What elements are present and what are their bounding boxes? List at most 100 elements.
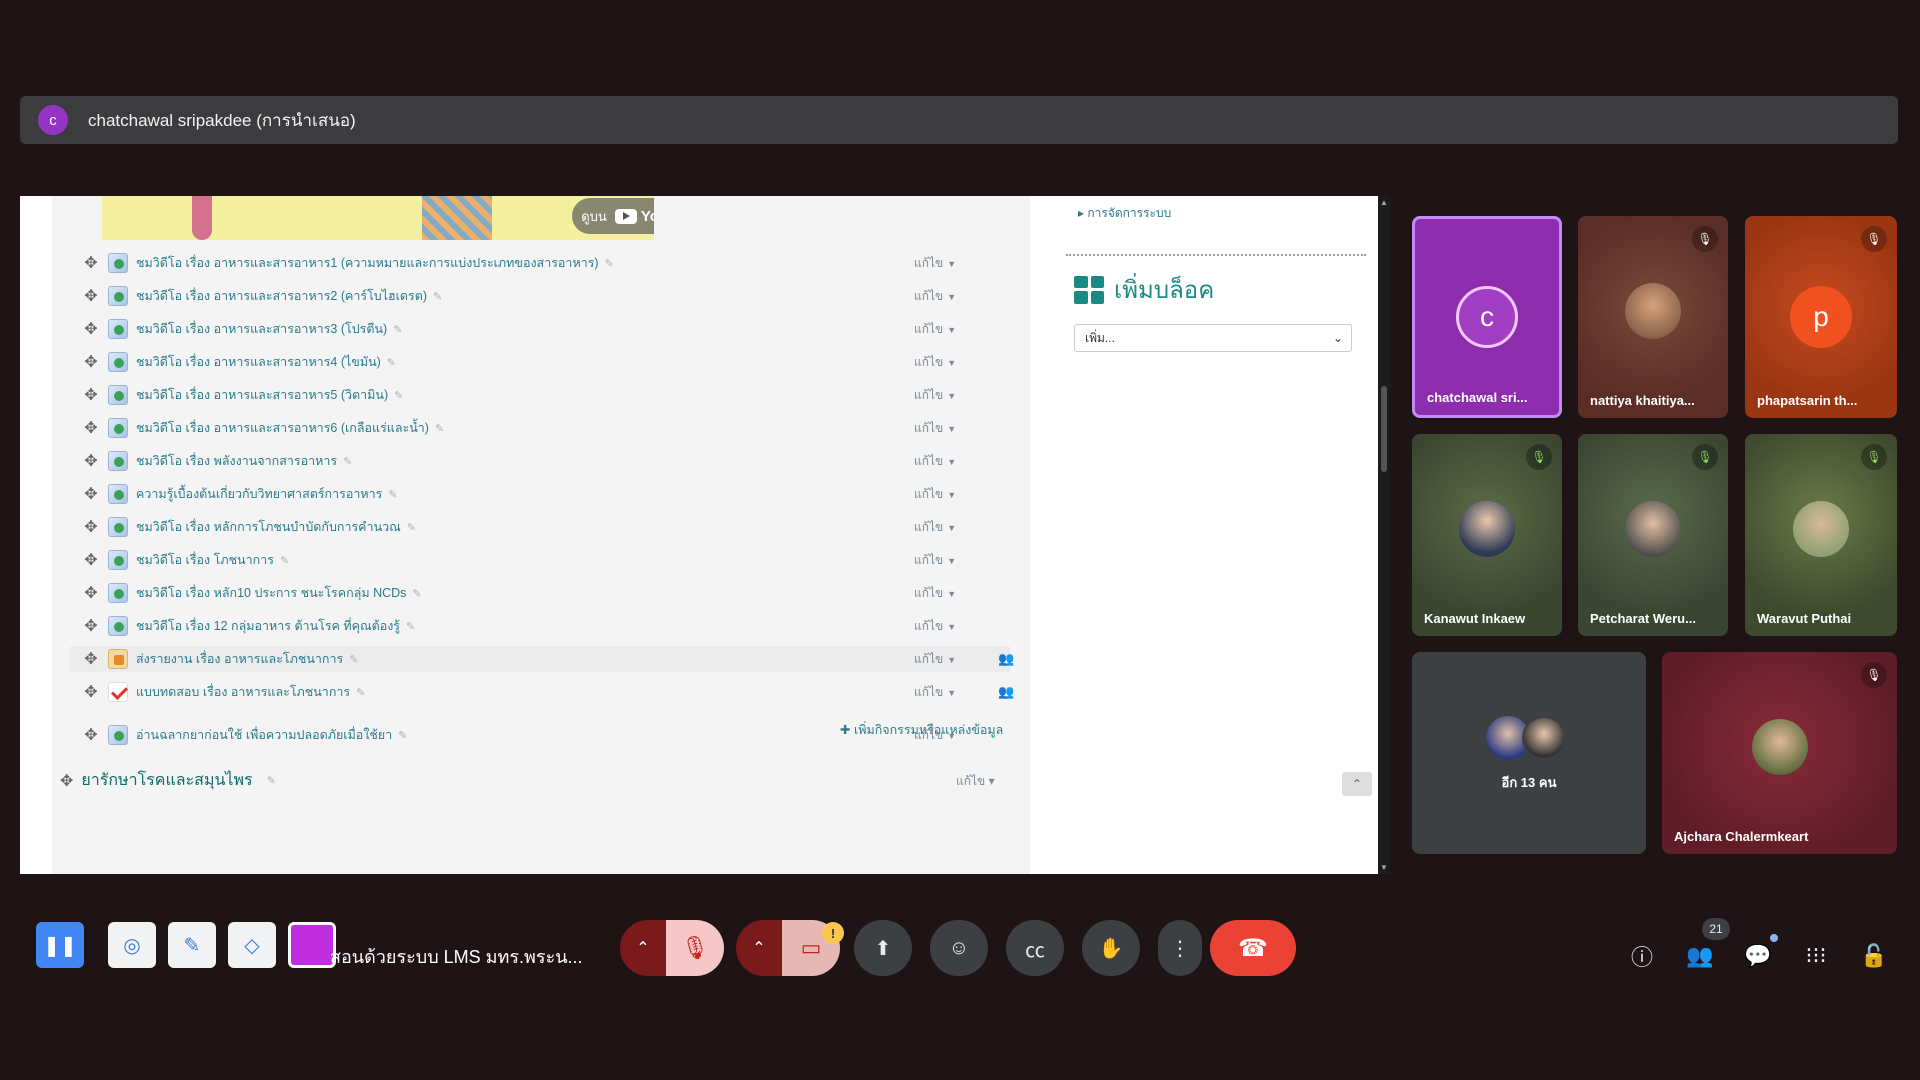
item-label[interactable]: ส่งรายงาน เรื่อง อาหารและโภชนาการ (136, 649, 343, 669)
move-icon[interactable]: ✥ (80, 649, 102, 669)
item-label[interactable]: ชมวิดีโอ เรื่อง อาหารและสารอาหาร2 (คาร์โ… (136, 286, 427, 306)
list-item[interactable]: ✥ ส่งรายงาน เรื่อง อาหารและโภชนาการ ✎ แก้ไข… (70, 646, 1014, 672)
item-label[interactable]: ชมวิดีโอ เรื่อง พลังงานจากสารอาหาร (136, 451, 337, 471)
list-item[interactable]: ✥ ชมวิดีโอ เรื่อง อาหารและสารอาหาร1 (ความ… (70, 250, 1010, 276)
participant-tile[interactable]: 🎙 p phapatsarin th... (1745, 216, 1897, 418)
scroll-to-top-button[interactable]: ⌃ (1342, 772, 1372, 796)
watch-on-youtube-button[interactable]: ดูบน YouTube (572, 198, 654, 234)
edit-menu[interactable]: แก้ไข ▼ (914, 650, 956, 669)
item-label[interactable]: ชมวิดีโอ เรื่อง อาหารและสารอาหาร5 (วิตาม… (136, 385, 388, 405)
pen-icon[interactable]: ✎ (168, 922, 216, 968)
list-item[interactable]: ✥ อ่านฉลากยาก่อนใช้ เพื่อความปลอดภัยเมื่… (70, 722, 1010, 748)
move-icon[interactable]: ✥ (80, 616, 102, 636)
pencil-icon[interactable]: ✎ (349, 653, 358, 666)
move-icon[interactable]: ✥ (60, 771, 73, 791)
pencil-icon[interactable]: ✎ (398, 729, 407, 742)
edit-menu[interactable]: แก้ไข ▼ (914, 419, 956, 438)
scrollbar[interactable]: ▲ ▼ (1378, 196, 1390, 874)
end-call-icon[interactable]: ☎ (1210, 920, 1296, 976)
apps-grid-icon[interactable]: ⁝⁝⁝ (1798, 938, 1834, 974)
edit-menu[interactable]: แก้ไข ▼ (914, 320, 956, 339)
item-label[interactable]: ชมวิดีโอ เรื่อง 12 กลุ่มอาหาร ต้านโรค ที… (136, 616, 400, 636)
move-icon[interactable]: ✥ (80, 583, 102, 603)
move-icon[interactable]: ✥ (80, 319, 102, 339)
move-icon[interactable]: ✥ (80, 253, 102, 273)
move-icon[interactable]: ✥ (80, 517, 102, 537)
item-label[interactable]: ชมวิดีโอ เรื่อง อาหารและสารอาหาร4 (ไขมัน… (136, 352, 381, 372)
item-label[interactable]: ชมวิดีโอ เรื่อง อาหารและสารอาหาร3 (โปรตี… (136, 319, 387, 339)
group-mode-icon[interactable]: 👥 (998, 684, 1014, 700)
item-label[interactable]: ชมวิดีโอ เรื่อง โภชนาการ (136, 550, 274, 570)
list-item[interactable]: ✥ ชมวิดีโอ เรื่อง พลังงานจากสารอาหาร ✎ แก้ไ… (70, 448, 1010, 474)
pencil-icon[interactable]: ✎ (412, 587, 421, 600)
pencil-icon[interactable]: ✎ (433, 290, 442, 303)
participant-tile[interactable]: 🎙 Kanawut Inkaew (1412, 434, 1562, 636)
group-mode-icon[interactable]: 👥 (998, 651, 1014, 667)
pause-icon[interactable]: ❚❚ (36, 922, 84, 968)
pencil-icon[interactable]: ✎ (388, 488, 397, 501)
raise-hand-icon[interactable]: ✋ (1082, 920, 1140, 976)
move-icon[interactable]: ✥ (80, 385, 102, 405)
item-label[interactable]: แบบทดสอบ เรื่อง อาหารและโภชนาการ (136, 682, 350, 702)
more-options-icon[interactable]: ⋮ (1158, 920, 1202, 976)
present-screen-icon[interactable]: ⬆ (854, 920, 912, 976)
move-icon[interactable]: ✥ (80, 352, 102, 372)
participant-tile[interactable]: 🎙 Waravut Puthai (1745, 434, 1897, 636)
pencil-icon[interactable]: ✎ (605, 257, 614, 270)
move-icon[interactable]: ✥ (80, 451, 102, 471)
edit-menu[interactable]: แก้ไข ▼ (914, 683, 956, 702)
move-icon[interactable]: ✥ (80, 418, 102, 438)
participant-tile[interactable]: 🎙 Ajchara Chalermkeart (1662, 652, 1897, 854)
edit-menu[interactable]: แก้ไข ▼ (914, 584, 956, 603)
edit-menu[interactable]: แก้ไข ▼ (914, 726, 956, 745)
scroll-down-icon[interactable]: ▼ (1380, 863, 1388, 872)
youtube-embed[interactable]: ดูบน YouTube (102, 196, 654, 240)
participant-tile[interactable]: c chatchawal sri... (1412, 216, 1562, 418)
edit-menu[interactable]: แก้ไข ▼ (914, 551, 956, 570)
pencil-icon[interactable]: ✎ (343, 455, 352, 468)
admin-link[interactable]: ▸ การจัดการระบบ (1078, 204, 1171, 223)
pencil-icon[interactable]: ✎ (435, 422, 444, 435)
list-item[interactable]: ✥ ชมวิดีโอ เรื่อง อาหารและสารอาหาร3 (โปรต… (70, 316, 1010, 342)
item-label[interactable]: อ่านฉลากยาก่อนใช้ เพื่อความปลอดภัยเมื่อใ… (136, 725, 392, 745)
edit-menu[interactable]: แก้ไข ▼ (914, 287, 956, 306)
video-options-chevron-up-icon[interactable]: ⌃ (736, 920, 782, 976)
scroll-up-icon[interactable]: ▲ (1380, 198, 1388, 207)
list-item[interactable]: ✥ ชมวิดีโอ เรื่อง หลัก10 ประการ ชนะโรคกลุ… (70, 580, 1010, 606)
list-item[interactable]: ✥ ชมวิดีโอ เรื่อง อาหารและสารอาหาร4 (ไขมั… (70, 349, 1010, 375)
list-item[interactable]: ✥ ความรู้เบื้องต้นเกี่ยวกับวิทยาศาสตร์การ… (70, 481, 1010, 507)
annotation-color-swatch[interactable] (288, 922, 336, 968)
laser-pointer-icon[interactable]: ◎ (108, 922, 156, 968)
add-block-select[interactable]: เพิ่ม... ⌄ (1074, 324, 1352, 352)
scrollbar-thumb[interactable] (1381, 386, 1387, 472)
list-item[interactable]: ✥ ชมวิดีโอ เรื่อง อาหารและสารอาหาร2 (คาร์… (70, 283, 1010, 309)
pencil-icon[interactable]: ✎ (387, 356, 396, 369)
participant-tile[interactable]: 🎙 nattiya khaitiya... (1578, 216, 1728, 418)
move-icon[interactable]: ✥ (80, 286, 102, 306)
move-icon[interactable]: ✥ (80, 484, 102, 504)
section-title[interactable]: ✥ ยารักษาโรคและสมุนไพร ✎ (60, 768, 276, 793)
emoji-icon[interactable]: ☺ (930, 920, 988, 976)
info-icon[interactable]: ⓘ (1624, 938, 1660, 974)
item-label[interactable]: ชมวิดีโอ เรื่อง หลัก10 ประการ ชนะโรคกลุ่… (136, 583, 406, 603)
pencil-icon[interactable]: ✎ (406, 620, 415, 633)
move-icon[interactable]: ✥ (80, 725, 102, 745)
edit-menu[interactable]: แก้ไข ▼ (914, 386, 956, 405)
list-item[interactable]: ✥ แบบทดสอบ เรื่อง อาหารและโภชนาการ ✎ แก้ไข ▼… (70, 679, 1014, 705)
pencil-icon[interactable]: ✎ (393, 323, 402, 336)
pencil-icon[interactable]: ✎ (356, 686, 365, 699)
list-item[interactable]: ✥ ชมวิดีโอ เรื่อง หลักการโภชนบำบัดกับการค… (70, 514, 1010, 540)
edit-menu[interactable]: แก้ไข ▼ (914, 353, 956, 372)
edit-menu[interactable]: แก้ไข ▼ (914, 254, 956, 273)
edit-menu[interactable]: แก้ไข ▼ (914, 518, 956, 537)
list-item[interactable]: ✥ ชมวิดีโอ เรื่อง อาหารและสารอาหาร6 (เกลื… (70, 415, 1010, 441)
move-icon[interactable]: ✥ (80, 682, 102, 702)
pencil-icon[interactable]: ✎ (280, 554, 289, 567)
more-participants-tile[interactable]: อีก 13 คน (1412, 652, 1646, 854)
chat-icon[interactable]: 💬 (1740, 938, 1776, 974)
list-item[interactable]: ✥ ชมวิดีโอ เรื่อง 12 กลุ่มอาหาร ต้านโรค ท… (70, 613, 1010, 639)
pencil-icon[interactable]: ✎ (394, 389, 403, 402)
eraser-icon[interactable]: ◇ (228, 922, 276, 968)
item-label[interactable]: ชมวิดีโอ เรื่อง หลักการโภชนบำบัดกับการคำ… (136, 517, 401, 537)
item-label[interactable]: ชมวิดีโอ เรื่อง อาหารและสารอาหาร1 (ความห… (136, 253, 599, 273)
